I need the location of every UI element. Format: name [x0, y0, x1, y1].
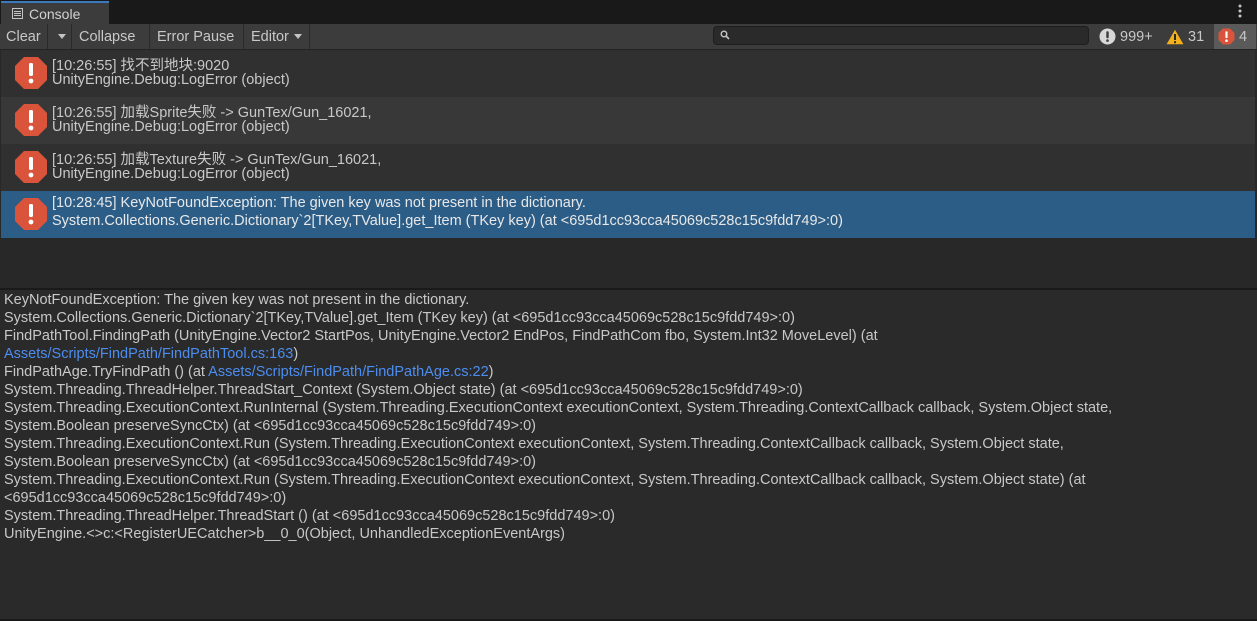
log-stack-summary: UnityEngine.Debug:LogError (object)	[52, 166, 290, 182]
log-entry-list: [10:26:55] 找不到地块:9020 UnityEngine.Debug:…	[0, 50, 1257, 288]
more-options-icon[interactable]	[1235, 2, 1245, 20]
log-stack-summary: UnityEngine.Debug:LogError (object)	[52, 72, 290, 88]
clear-button[interactable]: Clear	[0, 24, 48, 49]
collapse-toggle[interactable]: Collapse	[73, 24, 150, 49]
detail-line: System.Threading.ThreadHelper.ThreadStar…	[4, 508, 615, 524]
error-icon	[1218, 28, 1235, 45]
log-count-toggle[interactable]: 999+	[1095, 24, 1159, 49]
warning-count: 31	[1188, 28, 1205, 45]
log-entry-selected[interactable]: [10:28:45] KeyNotFoundException: The giv…	[1, 191, 1255, 238]
detail-line: System.Threading.ExecutionContext.Run (S…	[4, 472, 1086, 488]
detail-line: UnityEngine.<>c:<RegisterUECatcher>b__0_…	[4, 526, 565, 542]
log-entry[interactable]: [10:26:55] 加载Sprite失败 -> GunTex/Gun_1602…	[1, 97, 1255, 144]
warning-count-toggle[interactable]: 31	[1162, 24, 1213, 49]
editor-dropdown[interactable]: Editor	[245, 24, 310, 49]
log-message: [10:28:45] KeyNotFoundException: The giv…	[52, 195, 586, 211]
detail-line: System.Boolean preserveSyncCtx) (at <695…	[4, 454, 536, 470]
error-pause-toggle[interactable]: Error Pause	[151, 24, 244, 49]
detail-line: FindPathTool.FindingPath (UnityEngine.Ve…	[4, 328, 878, 344]
chevron-down-icon	[58, 34, 66, 39]
log-stack-summary: UnityEngine.Debug:LogError (object)	[52, 119, 290, 135]
error-icon	[15, 104, 47, 136]
error-icon	[15, 57, 47, 89]
detail-line: Assets/Scripts/FindPath/FindPathTool.cs:…	[4, 346, 298, 362]
detail-line: FindPathAge.TryFindPath () (at Assets/Sc…	[4, 364, 494, 380]
console-icon	[12, 8, 23, 19]
source-link[interactable]: Assets/Scripts/FindPath/FindPathAge.cs:2…	[208, 364, 488, 380]
log-stack-summary: System.Collections.Generic.Dictionary`2[…	[52, 213, 843, 229]
tab-console[interactable]: Console	[1, 1, 109, 24]
error-icon	[15, 198, 47, 230]
source-link[interactable]: Assets/Scripts/FindPath/FindPathTool.cs:…	[4, 346, 293, 362]
tab-label: Console	[29, 5, 81, 22]
search-input[interactable]	[713, 26, 1089, 45]
detail-line: System.Threading.ThreadHelper.ThreadStar…	[4, 382, 803, 398]
detail-line: KeyNotFoundException: The given key was …	[4, 292, 470, 308]
error-count-toggle[interactable]: 4	[1214, 24, 1256, 49]
log-entry[interactable]: [10:26:55] 找不到地块:9020 UnityEngine.Debug:…	[1, 50, 1255, 97]
window-tab-bar: Console	[0, 0, 1257, 24]
detail-line: <695d1cc93cca45069c528c15c9fdd749>:0)	[4, 490, 287, 506]
error-pause-label: Error Pause	[157, 28, 235, 45]
info-icon	[1099, 28, 1116, 45]
error-count: 4	[1239, 28, 1248, 45]
log-entry[interactable]: [10:26:55] 加载Texture失败 -> GunTex/Gun_160…	[1, 144, 1255, 191]
error-icon	[15, 151, 47, 183]
log-count: 999+	[1120, 28, 1153, 45]
collapse-label: Collapse	[79, 28, 136, 45]
warning-icon	[1166, 29, 1184, 44]
detail-text: FindPathAge.TryFindPath () (at	[4, 364, 209, 380]
detail-text: )	[488, 364, 494, 380]
detail-text: )	[293, 346, 299, 362]
detail-line: System.Boolean preserveSyncCtx) (at <695…	[4, 418, 536, 434]
clear-options-dropdown[interactable]	[53, 24, 72, 49]
detail-line: System.Threading.ExecutionContext.Run (S…	[4, 436, 1064, 452]
clear-label: Clear	[6, 28, 41, 45]
editor-label: Editor	[251, 28, 289, 45]
detail-line: System.Threading.ExecutionContext.RunInt…	[4, 400, 1113, 416]
chevron-down-icon	[293, 34, 302, 39]
search-icon	[720, 30, 730, 40]
console-toolbar: Clear Collapse Error Pause Editor 999+ 3	[0, 24, 1257, 50]
stack-trace-detail: KeyNotFoundException: The given key was …	[0, 290, 1257, 621]
detail-line: System.Collections.Generic.Dictionary`2[…	[4, 310, 795, 326]
